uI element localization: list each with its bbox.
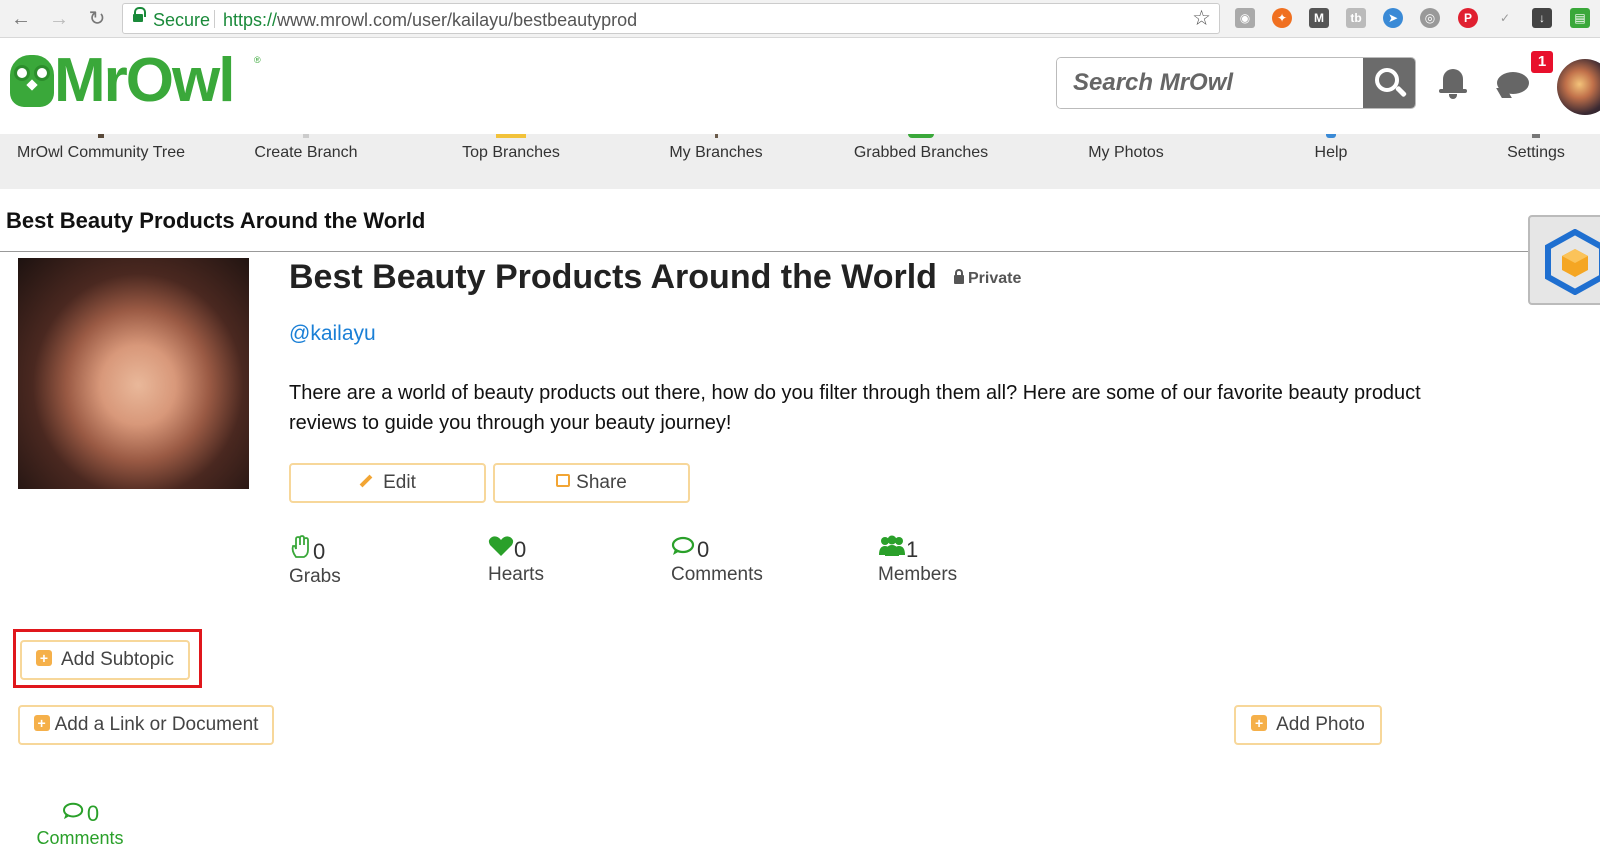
url-text[interactable]: https://www.mrowl.com/user/kailayu/bestb… [223, 10, 637, 31]
members-count: 1 [906, 537, 919, 562]
nav-help[interactable]: Help [1231, 134, 1431, 189]
owner-handle-link[interactable]: @kailayu [289, 322, 376, 346]
branch-title-bar: Best Beauty Products Around the World [0, 189, 1600, 252]
footer-comments-label: Comments [36, 828, 124, 848]
comments-label: Comments [671, 564, 763, 585]
address-bar[interactable]: Secure https://www.mrowl.com/user/kailay… [122, 3, 1220, 34]
m-extension-icon[interactable]: M [1309, 8, 1329, 28]
notifications-bell-icon[interactable] [1438, 66, 1468, 100]
secure-label: Secure [153, 10, 211, 30]
search-input[interactable] [1057, 58, 1363, 108]
search-button[interactable] [1363, 58, 1415, 108]
hearts-count: 0 [514, 537, 527, 562]
category-nav: MrOwl Community Tree Create Branch Top B… [0, 134, 1600, 189]
branch-description: There are a world of beauty products out… [289, 382, 1421, 434]
url-scheme: https:// [223, 10, 278, 30]
selection-highlight [13, 629, 202, 688]
footer-comments-count: 0 [86, 801, 100, 826]
comment-bubble-icon [62, 802, 84, 820]
edit-button[interactable]: Edit [289, 463, 486, 503]
grabs-count: 0 [313, 539, 326, 564]
stat-grabs[interactable]: 0 Grabs [289, 535, 389, 588]
nav-community-tree[interactable]: MrOwl Community Tree [1, 134, 201, 189]
owl-logo-icon [10, 55, 54, 107]
logo-text: MrOwl [54, 46, 235, 115]
privacy-text: Private [968, 270, 1022, 287]
grab-hand-icon [291, 535, 309, 558]
add-photo-button[interactable]: + Add Photo [1234, 705, 1382, 745]
user-avatar[interactable] [1557, 59, 1600, 115]
comments-count: 0 [697, 537, 710, 562]
nav-grabbed-branches[interactable]: Grabbed Branches [821, 134, 1021, 189]
comment-bubble-icon [671, 536, 695, 555]
add-photo-label: Add Photo [1276, 714, 1365, 735]
heart-icon [488, 536, 514, 556]
hexagon-cube-icon [1545, 229, 1600, 295]
download-extension-icon[interactable]: ↓ [1532, 8, 1552, 28]
share-button-label: Share [576, 472, 627, 493]
notification-badge: 1 [1531, 51, 1553, 73]
camera-extension-icon[interactable]: ◉ [1235, 8, 1255, 28]
grabs-label: Grabs [289, 566, 341, 587]
branch-cover-photo [18, 258, 249, 489]
address-separator [214, 10, 215, 28]
stat-hearts[interactable]: 0 Hearts [488, 535, 588, 586]
share-icon [556, 474, 571, 488]
edit-button-label: Edit [383, 472, 416, 493]
logo-registered-mark: ® [254, 55, 261, 65]
privacy-label: Private [954, 269, 1022, 288]
check-extension-icon[interactable]: ✓ [1495, 8, 1515, 28]
nav-create-branch[interactable]: Create Branch [206, 134, 406, 189]
url-path: www.mrowl.com/user/kailayu/bestbeautypro… [277, 10, 638, 30]
site-header: MrOwl ® 1 [0, 39, 1600, 134]
back-arrow-icon[interactable]: ← [8, 6, 34, 32]
private-lock-icon [954, 269, 964, 284]
plus-icon: + [33, 714, 50, 731]
eye-extension-icon[interactable]: ◎ [1420, 8, 1440, 28]
nav-top-branches[interactable]: Top Branches [411, 134, 611, 189]
branch-title: Best Beauty Products Around the World [289, 258, 937, 296]
bookmark-star-icon[interactable]: ☆ [1192, 6, 1211, 31]
green-extension-icon[interactable]: ▤ [1570, 8, 1590, 28]
pencil-icon [359, 474, 373, 488]
hearts-label: Hearts [488, 564, 544, 585]
plus-icon: + [1251, 714, 1268, 731]
bird-extension-icon[interactable]: ➤ [1383, 8, 1403, 28]
side-widget[interactable] [1528, 215, 1600, 305]
search-box [1056, 57, 1416, 109]
messages-chat-icon[interactable] [1496, 68, 1531, 98]
browser-toolbar: ← → ↻ Secure https://www.mrowl.com/user/… [0, 0, 1600, 38]
tb-extension-icon[interactable]: tb [1346, 8, 1366, 28]
fox-extension-icon[interactable]: ✦ [1272, 8, 1292, 28]
add-link-button[interactable]: + Add a Link or Document [18, 705, 274, 745]
forward-arrow-icon[interactable]: → [46, 6, 72, 32]
add-link-label: Add a Link or Document [54, 714, 259, 735]
stat-comments[interactable]: 0 Comments [671, 535, 771, 586]
members-group-icon [879, 535, 905, 556]
share-button[interactable]: Share [493, 463, 690, 503]
lock-icon [133, 7, 146, 24]
nav-my-photos[interactable]: My Photos [1026, 134, 1226, 189]
nav-my-branches[interactable]: My Branches [616, 134, 816, 189]
pinterest-extension-icon[interactable]: P [1458, 8, 1478, 28]
members-label: Members [878, 564, 958, 585]
branch-bar-title: Best Beauty Products Around the World [6, 208, 426, 233]
stat-members[interactable]: 1 Members [878, 535, 978, 586]
nav-settings[interactable]: Settings [1436, 134, 1600, 189]
reload-icon[interactable]: ↻ [84, 6, 110, 32]
footer-comments[interactable]: 0 Comments [20, 801, 140, 849]
